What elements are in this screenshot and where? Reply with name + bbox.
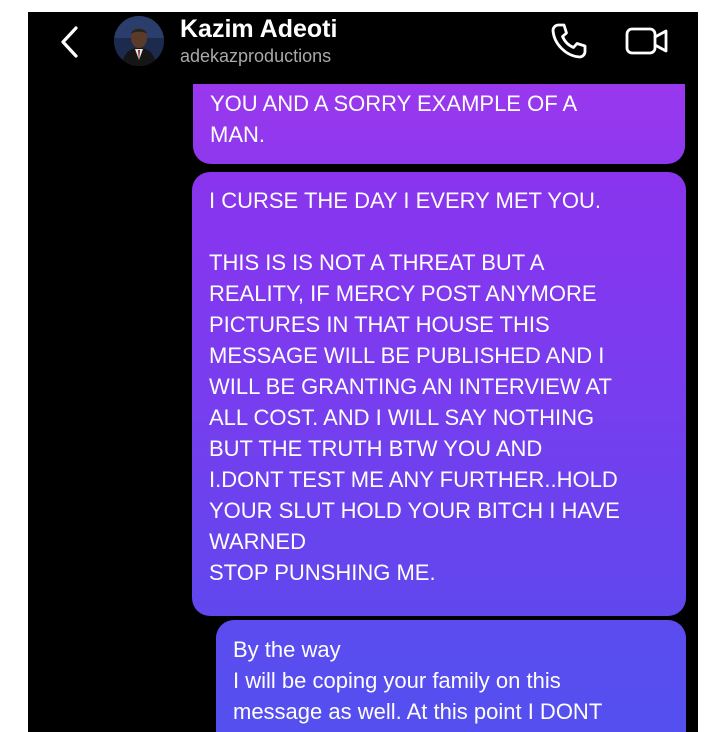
video-camera-icon[interactable] — [624, 22, 670, 60]
phone-icon[interactable] — [550, 22, 588, 60]
message-bubble[interactable]: I CURSE THE DAY I EVERY MET YOU. THIS IS… — [192, 172, 686, 616]
message-bubble[interactable]: YOU AND A SORRY EXAMPLE OF A MAN. — [193, 84, 685, 164]
chevron-left-icon[interactable] — [58, 24, 82, 60]
contact-username: adekazproductions — [180, 46, 332, 66]
chat-header: Kazim Adeoti adekazproductions — [28, 12, 698, 88]
chat-screen: Kazim Adeoti adekazproductions YOU AND A… — [28, 12, 698, 732]
avatar[interactable] — [114, 16, 164, 66]
contact-name[interactable]: Kazim Adeoti — [180, 14, 337, 44]
message-bubble[interactable]: By the way I will be coping your family … — [216, 620, 686, 732]
